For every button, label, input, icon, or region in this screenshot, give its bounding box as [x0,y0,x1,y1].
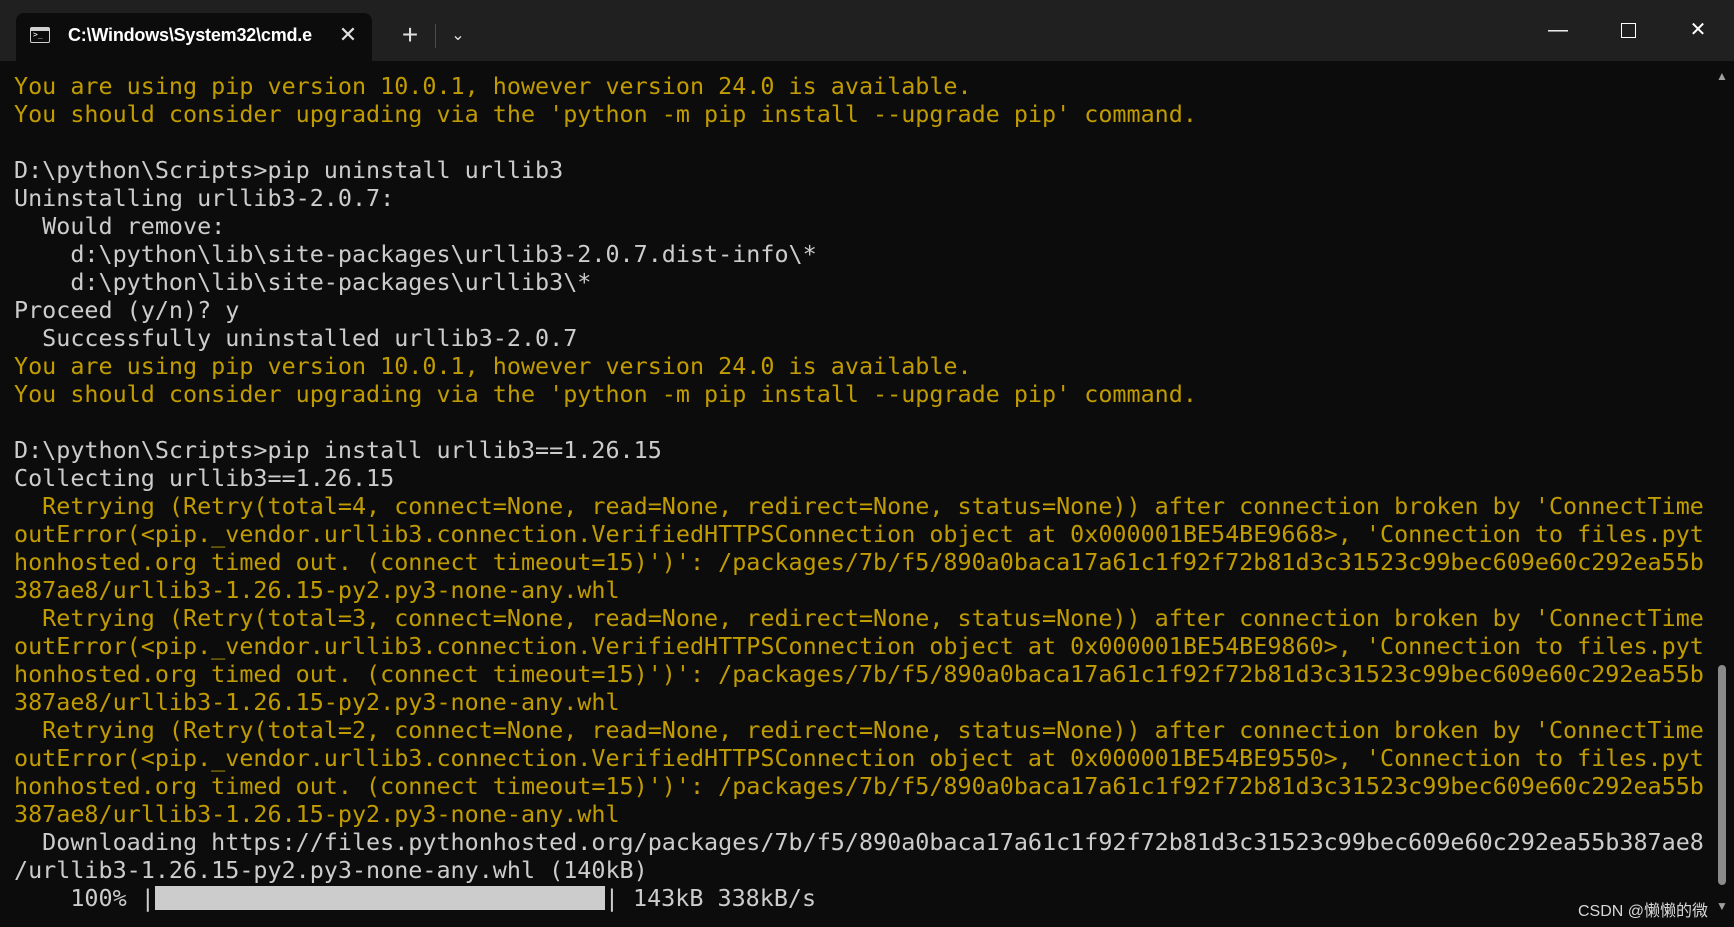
terminal-line: D:\python\Scripts>pip uninstall urllib3 [14,156,564,184]
scrollbar[interactable]: ▲ ▼ [1710,61,1734,927]
terminal-line: 387ae8/urllib3-1.26.15-py2.py3-none-any.… [14,688,620,716]
terminal-line: Would remove: [14,212,226,240]
close-button[interactable]: ✕ [1668,10,1728,50]
terminal-line: 387ae8/urllib3-1.26.15-py2.py3-none-any.… [14,576,620,604]
scroll-down-icon[interactable]: ▼ [1716,899,1728,913]
new-tab-button[interactable]: + [392,18,428,54]
terminal-line: d:\python\lib\site-packages\urllib3-2.0.… [14,240,817,268]
progress-stats: | 143kB 338kB/s [604,884,817,912]
terminal-line: You should consider upgrading via the 'p… [14,380,1197,408]
terminal-line: honhosted.org timed out. (connect timeou… [14,548,1704,576]
terminal-line: outError(<pip._vendor.urllib3.connection… [14,520,1704,548]
progress-line: 100% | | 143kB 338kB/s [14,884,1704,912]
terminal-icon [30,27,50,43]
terminal-line: Uninstalling urllib3-2.0.7: [14,184,395,212]
terminal-window: C:\Windows\System32\cmd.e ✕ + ⌄ — ✕ You … [0,0,1734,927]
tab-divider [435,24,436,48]
maximize-icon [1620,23,1636,39]
title-bar: C:\Windows\System32\cmd.e ✕ + ⌄ — ✕ [0,0,1734,61]
terminal-line: honhosted.org timed out. (connect timeou… [14,660,1704,688]
terminal-line: d:\python\lib\site-packages\urllib3\* [14,268,592,296]
console-text: You are using pip version 10.0.1, howeve… [14,72,1704,912]
minimize-button[interactable]: — [1528,10,1588,50]
terminal-line: D:\python\Scripts>pip install urllib3==1… [14,436,662,464]
terminal-line: Proceed (y/n)? y [14,296,240,324]
terminal-line: Retrying (Retry(total=3, connect=None, r… [14,604,1704,632]
terminal-line: outError(<pip._vendor.urllib3.connection… [14,744,1704,772]
terminal-line: Downloading https://files.pythonhosted.o… [14,828,1704,856]
terminal-line: Retrying (Retry(total=2, connect=None, r… [14,716,1704,744]
terminal-line: honhosted.org timed out. (connect timeou… [14,772,1704,800]
terminal-line: You are using pip version 10.0.1, howeve… [14,352,972,380]
terminal-line: You are using pip version 10.0.1, howeve… [14,72,972,100]
progress-percent: 100% | [14,884,155,912]
terminal-line: outError(<pip._vendor.urllib3.connection… [14,632,1704,660]
terminal-line: Successfully uninstalled urllib3-2.0.7 [14,324,578,352]
progress-bar [154,886,605,910]
scrollbar-thumb[interactable] [1718,665,1726,885]
terminal-line: 387ae8/urllib3-1.26.15-py2.py3-none-any.… [14,800,620,828]
tab-title: C:\Windows\System32\cmd.e [68,25,312,45]
maximize-button[interactable] [1598,10,1658,50]
tab-cmd[interactable]: C:\Windows\System32\cmd.e ✕ [16,13,372,61]
terminal-line: /urllib3-1.26.15-py2.py3-none-any.whl (1… [14,856,648,884]
tab-close-icon[interactable]: ✕ [334,21,362,49]
watermark: CSDN @懒懒的微 [1578,903,1709,920]
terminal-output[interactable]: You are using pip version 10.0.1, howeve… [0,61,1710,927]
scroll-up-icon[interactable]: ▲ [1716,69,1728,83]
terminal-line: Retrying (Retry(total=4, connect=None, r… [14,492,1704,520]
chevron-down-icon[interactable]: ⌄ [440,18,476,54]
terminal-line: You should consider upgrading via the 'p… [14,100,1197,128]
terminal-line: Collecting urllib3==1.26.15 [14,464,395,492]
